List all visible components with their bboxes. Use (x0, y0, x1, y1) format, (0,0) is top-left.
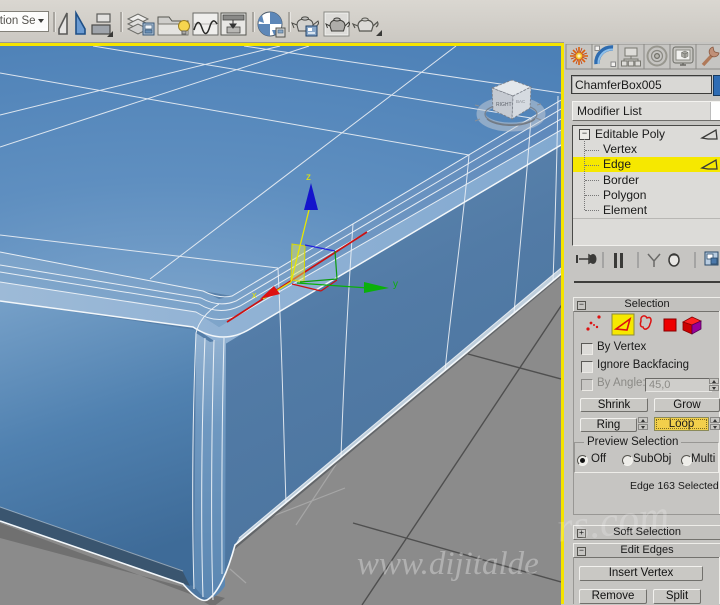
svg-text:y: y (393, 279, 398, 290)
svg-text:BAC: BAC (516, 99, 526, 104)
svg-text:x: x (252, 290, 257, 300)
svg-text:www.dijitalde: www.dijitalde (357, 546, 539, 582)
svg-text:RIGHT: RIGHT (496, 102, 512, 108)
svg-text:z: z (306, 172, 311, 183)
